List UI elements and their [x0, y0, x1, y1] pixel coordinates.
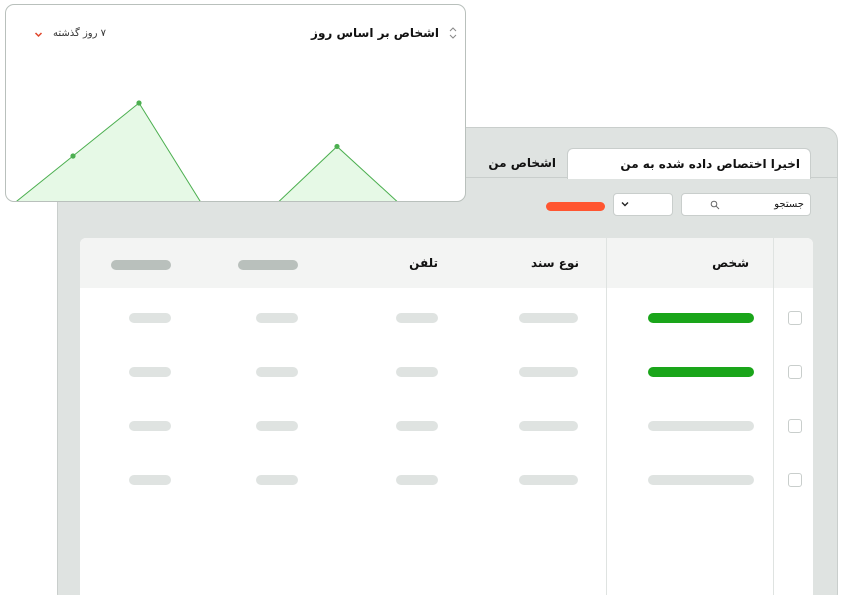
placeholder-cell: [256, 421, 298, 431]
header-phone[interactable]: تلفن: [409, 256, 438, 270]
row-checkbox[interactable]: [788, 311, 802, 325]
person-cell[interactable]: [648, 475, 754, 485]
placeholder-cell: [256, 367, 298, 377]
placeholder-cell: [256, 313, 298, 323]
chart-point[interactable]: [334, 143, 340, 150]
row-checkbox[interactable]: [788, 365, 802, 379]
filter-select[interactable]: [613, 193, 673, 216]
chart-area: [16, 103, 397, 201]
phone-cell: [396, 313, 438, 323]
header-placeholder: [111, 260, 171, 270]
person-cell[interactable]: [648, 421, 754, 431]
header-placeholder: [238, 260, 298, 270]
chart-title: اشخاص بر اساس روز: [311, 26, 439, 40]
placeholder-cell: [129, 367, 171, 377]
sort-icon[interactable]: [448, 26, 458, 40]
row-checkbox[interactable]: [788, 419, 802, 433]
period-select[interactable]: ۷ روز گذشته: [53, 28, 106, 39]
search-box[interactable]: [681, 193, 811, 216]
header-doc-type[interactable]: نوع سند: [531, 256, 579, 270]
search-input[interactable]: [724, 199, 804, 210]
chart-point[interactable]: [70, 153, 76, 159]
chart-card: اشخاص بر اساس روز ۷ روز گذشته: [5, 4, 466, 202]
tab-my-persons[interactable]: اشخاص من: [478, 148, 566, 178]
action-button[interactable]: [546, 202, 605, 211]
tab-recent-assigned[interactable]: اخیرا اختصاص داده شده به من: [567, 148, 811, 179]
phone-cell: [396, 475, 438, 485]
header-person[interactable]: شخص: [712, 256, 749, 270]
placeholder-cell: [129, 313, 171, 323]
row-checkbox[interactable]: [788, 473, 802, 487]
table-header: [80, 238, 813, 288]
chart-point[interactable]: [136, 100, 142, 106]
placeholder-cell: [256, 475, 298, 485]
chevron-down-icon[interactable]: [34, 30, 43, 39]
column-divider: [606, 238, 607, 595]
phone-cell: [396, 367, 438, 377]
placeholder-cell: [129, 475, 171, 485]
doc-type-cell: [519, 313, 578, 323]
chevron-down-icon: [621, 202, 629, 207]
phone-cell: [396, 421, 438, 431]
column-divider: [773, 238, 774, 595]
stage: اخیرا اختصاص داده شده به من اشخاص من شخص…: [0, 0, 842, 595]
persons-table: شخص نوع سند تلفن: [80, 238, 813, 595]
search-icon: [710, 200, 720, 209]
doc-type-cell: [519, 367, 578, 377]
placeholder-cell: [129, 421, 171, 431]
doc-type-cell: [519, 475, 578, 485]
doc-type-cell: [519, 421, 578, 431]
person-cell[interactable]: [648, 367, 754, 377]
person-cell[interactable]: [648, 313, 754, 323]
